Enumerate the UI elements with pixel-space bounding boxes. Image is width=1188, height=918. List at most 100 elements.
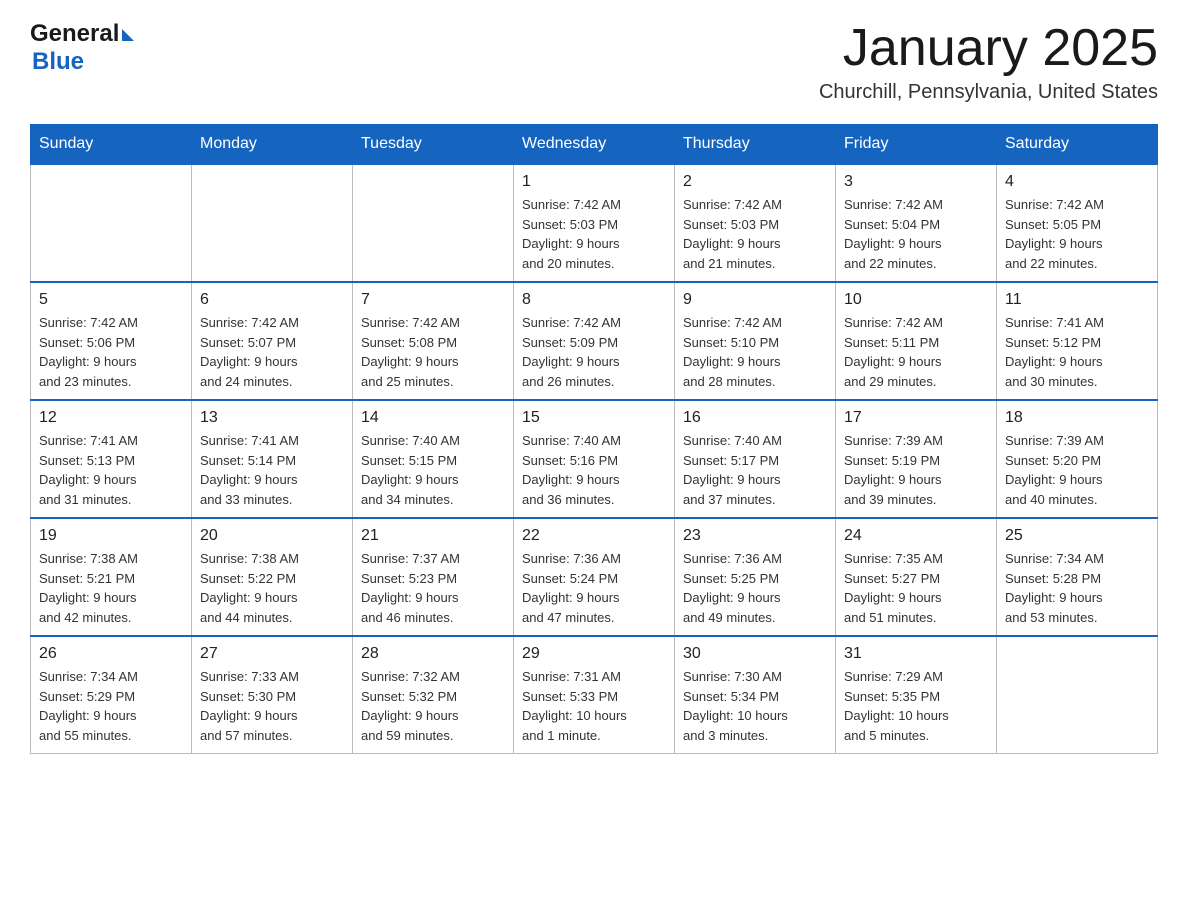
- day-number: 27: [200, 645, 344, 663]
- calendar-cell: [997, 636, 1158, 754]
- day-info: Sunrise: 7:30 AMSunset: 5:34 PMDaylight:…: [683, 667, 827, 745]
- logo-general-text: General: [30, 20, 119, 48]
- day-number: 25: [1005, 527, 1149, 545]
- day-number: 6: [200, 291, 344, 309]
- calendar-cell: 9 Sunrise: 7:42 AMSunset: 5:10 PMDaylight…: [675, 282, 836, 400]
- day-info: Sunrise: 7:33 AMSunset: 5:30 PMDaylight:…: [200, 667, 344, 745]
- logo: General Blue: [30, 20, 134, 76]
- calendar-cell: 8 Sunrise: 7:42 AMSunset: 5:09 PMDaylight…: [514, 282, 675, 400]
- title-section: January 2025 Churchill, Pennsylvania, Un…: [819, 20, 1158, 104]
- day-info: Sunrise: 7:42 AMSunset: 5:07 PMDaylight:…: [200, 313, 344, 391]
- day-number: 31: [844, 645, 988, 663]
- day-of-week-header: Monday: [192, 125, 353, 165]
- day-info: Sunrise: 7:40 AMSunset: 5:16 PMDaylight:…: [522, 431, 666, 509]
- day-info: Sunrise: 7:36 AMSunset: 5:24 PMDaylight:…: [522, 549, 666, 627]
- calendar-cell: [31, 164, 192, 282]
- day-number: 14: [361, 409, 505, 427]
- calendar-cell: [192, 164, 353, 282]
- day-info: Sunrise: 7:42 AMSunset: 5:10 PMDaylight:…: [683, 313, 827, 391]
- day-number: 12: [39, 409, 183, 427]
- calendar-cell: 28Sunrise: 7:32 AMSunset: 5:32 PMDayligh…: [353, 636, 514, 754]
- calendar-cell: 22 Sunrise: 7:36 AMSunset: 5:24 PMDayligh…: [514, 518, 675, 636]
- day-info: Sunrise: 7:39 AMSunset: 5:20 PMDaylight:…: [1005, 431, 1149, 509]
- day-info: Sunrise: 7:42 AMSunset: 5:05 PMDaylight:…: [1005, 195, 1149, 273]
- calendar-cell: 21 Sunrise: 7:37 AMSunset: 5:23 PMDayligh…: [353, 518, 514, 636]
- day-info: Sunrise: 7:42 AMSunset: 5:11 PMDaylight:…: [844, 313, 988, 391]
- day-info: Sunrise: 7:41 AMSunset: 5:13 PMDaylight:…: [39, 431, 183, 509]
- day-info: Sunrise: 7:41 AMSunset: 5:12 PMDaylight:…: [1005, 313, 1149, 391]
- day-info: Sunrise: 7:42 AMSunset: 5:09 PMDaylight:…: [522, 313, 666, 391]
- calendar-cell: 20 Sunrise: 7:38 AMSunset: 5:22 PMDayligh…: [192, 518, 353, 636]
- week-row: 5 Sunrise: 7:42 AMSunset: 5:06 PMDaylight…: [31, 282, 1158, 400]
- day-of-week-header: Friday: [836, 125, 997, 165]
- calendar-cell: 6 Sunrise: 7:42 AMSunset: 5:07 PMDaylight…: [192, 282, 353, 400]
- day-number: 26: [39, 645, 183, 663]
- day-info: Sunrise: 7:34 AMSunset: 5:28 PMDaylight:…: [1005, 549, 1149, 627]
- calendar-cell: 24 Sunrise: 7:35 AMSunset: 5:27 PMDayligh…: [836, 518, 997, 636]
- day-number: 8: [522, 291, 666, 309]
- day-number: 29: [522, 645, 666, 663]
- day-info: Sunrise: 7:42 AMSunset: 5:03 PMDaylight:…: [522, 195, 666, 273]
- day-number: 15: [522, 409, 666, 427]
- day-number: 23: [683, 527, 827, 545]
- day-info: Sunrise: 7:39 AMSunset: 5:19 PMDaylight:…: [844, 431, 988, 509]
- calendar-cell: 19 Sunrise: 7:38 AMSunset: 5:21 PMDayligh…: [31, 518, 192, 636]
- calendar-cell: 11 Sunrise: 7:41 AMSunset: 5:12 PMDayligh…: [997, 282, 1158, 400]
- day-of-week-header: Thursday: [675, 125, 836, 165]
- calendar-cell: 2 Sunrise: 7:42 AMSunset: 5:03 PMDaylight…: [675, 164, 836, 282]
- week-row: 12 Sunrise: 7:41 AMSunset: 5:13 PMDayligh…: [31, 400, 1158, 518]
- day-number: 18: [1005, 409, 1149, 427]
- day-info: Sunrise: 7:31 AMSunset: 5:33 PMDaylight:…: [522, 667, 666, 745]
- calendar-cell: 16Sunrise: 7:40 AMSunset: 5:17 PMDayligh…: [675, 400, 836, 518]
- calendar-table: SundayMondayTuesdayWednesdayThursdayFrid…: [30, 124, 1158, 754]
- day-info: Sunrise: 7:40 AMSunset: 5:15 PMDaylight:…: [361, 431, 505, 509]
- day-number: 22: [522, 527, 666, 545]
- day-number: 13: [200, 409, 344, 427]
- day-number: 7: [361, 291, 505, 309]
- day-of-week-header: Sunday: [31, 125, 192, 165]
- day-number: 19: [39, 527, 183, 545]
- day-info: Sunrise: 7:38 AMSunset: 5:21 PMDaylight:…: [39, 549, 183, 627]
- day-number: 3: [844, 173, 988, 191]
- day-number: 9: [683, 291, 827, 309]
- day-info: Sunrise: 7:36 AMSunset: 5:25 PMDaylight:…: [683, 549, 827, 627]
- calendar-cell: 4Sunrise: 7:42 AMSunset: 5:05 PMDaylight…: [997, 164, 1158, 282]
- day-number: 28: [361, 645, 505, 663]
- day-info: Sunrise: 7:34 AMSunset: 5:29 PMDaylight:…: [39, 667, 183, 745]
- calendar-cell: 31Sunrise: 7:29 AMSunset: 5:35 PMDayligh…: [836, 636, 997, 754]
- day-info: Sunrise: 7:42 AMSunset: 5:08 PMDaylight:…: [361, 313, 505, 391]
- calendar-cell: 17 Sunrise: 7:39 AMSunset: 5:19 PMDayligh…: [836, 400, 997, 518]
- day-info: Sunrise: 7:41 AMSunset: 5:14 PMDaylight:…: [200, 431, 344, 509]
- logo-blue-text: Blue: [32, 48, 84, 76]
- calendar-cell: 7 Sunrise: 7:42 AMSunset: 5:08 PMDaylight…: [353, 282, 514, 400]
- calendar-cell: 18 Sunrise: 7:39 AMSunset: 5:20 PMDayligh…: [997, 400, 1158, 518]
- day-info: Sunrise: 7:42 AMSunset: 5:06 PMDaylight:…: [39, 313, 183, 391]
- day-number: 11: [1005, 291, 1149, 309]
- day-info: Sunrise: 7:37 AMSunset: 5:23 PMDaylight:…: [361, 549, 505, 627]
- day-number: 24: [844, 527, 988, 545]
- location-title: Churchill, Pennsylvania, United States: [819, 81, 1158, 104]
- logo-triangle-icon: [122, 29, 134, 41]
- week-row: 19 Sunrise: 7:38 AMSunset: 5:21 PMDayligh…: [31, 518, 1158, 636]
- week-row: 26 Sunrise: 7:34 AMSunset: 5:29 PMDayligh…: [31, 636, 1158, 754]
- day-info: Sunrise: 7:35 AMSunset: 5:27 PMDaylight:…: [844, 549, 988, 627]
- day-number: 21: [361, 527, 505, 545]
- day-of-week-header: Wednesday: [514, 125, 675, 165]
- day-number: 1: [522, 173, 666, 191]
- day-number: 5: [39, 291, 183, 309]
- week-row: 1 Sunrise: 7:42 AMSunset: 5:03 PMDaylight…: [31, 164, 1158, 282]
- day-info: Sunrise: 7:38 AMSunset: 5:22 PMDaylight:…: [200, 549, 344, 627]
- calendar-cell: 26 Sunrise: 7:34 AMSunset: 5:29 PMDayligh…: [31, 636, 192, 754]
- day-number: 20: [200, 527, 344, 545]
- day-info: Sunrise: 7:42 AMSunset: 5:03 PMDaylight:…: [683, 195, 827, 273]
- day-number: 17: [844, 409, 988, 427]
- calendar-cell: 13 Sunrise: 7:41 AMSunset: 5:14 PMDayligh…: [192, 400, 353, 518]
- calendar-cell: 25 Sunrise: 7:34 AMSunset: 5:28 PMDayligh…: [997, 518, 1158, 636]
- day-of-week-header: Tuesday: [353, 125, 514, 165]
- calendar-cell: 15 Sunrise: 7:40 AMSunset: 5:16 PMDayligh…: [514, 400, 675, 518]
- calendar-cell: 30Sunrise: 7:30 AMSunset: 5:34 PMDayligh…: [675, 636, 836, 754]
- calendar-cell: 12 Sunrise: 7:41 AMSunset: 5:13 PMDayligh…: [31, 400, 192, 518]
- page-header: General Blue January 2025 Churchill, Pen…: [30, 20, 1158, 104]
- day-info: Sunrise: 7:40 AMSunset: 5:17 PMDaylight:…: [683, 431, 827, 509]
- day-number: 2: [683, 173, 827, 191]
